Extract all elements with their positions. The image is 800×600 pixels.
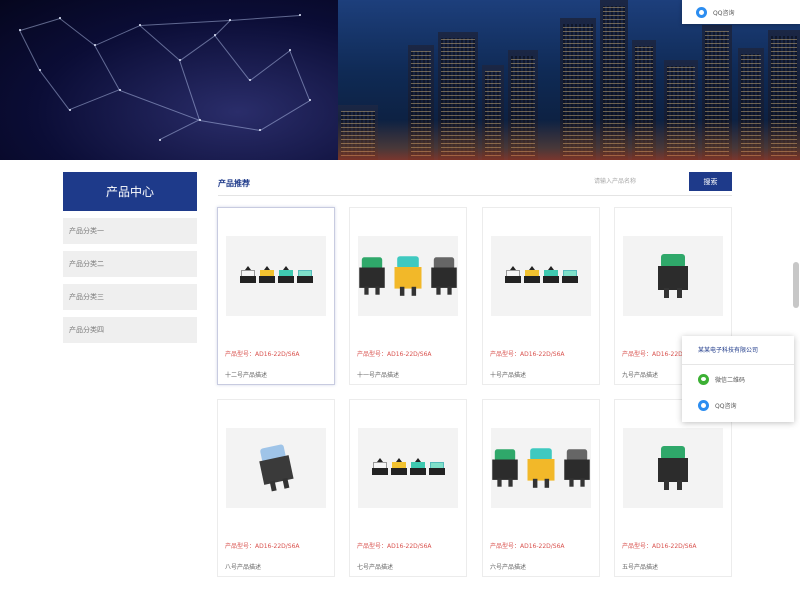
product-name[interactable]: 十一号产品描述 — [357, 370, 399, 379]
product-image — [491, 236, 591, 316]
product-card[interactable]: 产品型号：AD16-22D/S6A 十一号产品描述 — [349, 207, 467, 385]
product-card[interactable]: 产品型号：AD16-22D/S6A 七号产品描述 — [349, 399, 467, 577]
wechat-qr-link[interactable]: 微信二维码 — [698, 374, 745, 385]
qq-icon — [698, 400, 709, 411]
product-name[interactable]: 七号产品描述 — [357, 562, 393, 571]
product-image — [226, 428, 326, 508]
product-name[interactable]: 十二号产品描述 — [225, 370, 267, 379]
product-card[interactable]: 产品型号：AD16-22D/S6A 十二号产品描述 — [217, 207, 335, 385]
product-model: 产品型号：AD16-22D/S6A — [225, 351, 300, 358]
product-image — [491, 428, 591, 508]
product-name[interactable]: 六号产品描述 — [490, 562, 526, 571]
sidebar-item-2[interactable]: 产品分类二 — [63, 251, 197, 277]
sidebar-title: 产品中心 — [63, 172, 197, 211]
contact-divider — [682, 364, 794, 365]
product-card[interactable]: 产品型号：AD16-22D/S6A 十号产品描述 — [482, 207, 600, 385]
sidebar-item-4[interactable]: 产品分类四 — [63, 317, 197, 343]
product-name[interactable]: 十号产品描述 — [490, 370, 526, 379]
search-input[interactable] — [590, 174, 687, 190]
banner-world-map-image — [0, 0, 340, 160]
sidebar-item-3[interactable]: 产品分类三 — [63, 284, 197, 310]
product-model: 产品型号：AD16-22D/S6A — [490, 543, 565, 550]
product-name[interactable]: 五号产品描述 — [622, 562, 658, 571]
product-model: 产品型号：AD16-22D/S6A — [357, 543, 432, 550]
product-name[interactable]: 八号产品描述 — [225, 562, 261, 571]
product-card[interactable]: 产品型号：AD16-22D/S6A 五号产品描述 — [614, 399, 732, 577]
wechat-icon — [698, 374, 709, 385]
product-image — [226, 236, 326, 316]
product-model: 产品型号：AD16-22D/S6A — [622, 543, 697, 550]
section-divider — [218, 195, 732, 196]
section-title: 产品推荐 — [218, 179, 250, 188]
sidebar-item-1[interactable]: 产品分类一 — [63, 218, 197, 244]
product-image — [358, 236, 458, 316]
floating-contact-widget: 某某电子科技有限公司 微信二维码 QQ咨询 — [682, 336, 794, 422]
hero-banner — [0, 0, 800, 160]
qq-icon — [696, 6, 707, 18]
product-image — [623, 236, 723, 316]
banner-city-skyline-image — [338, 0, 800, 160]
wechat-label: 微信二维码 — [715, 377, 746, 384]
product-model: 产品型号：AD16-22D/S6A — [225, 543, 300, 550]
top-qq-label: QQ咨询 — [713, 9, 735, 17]
search-button[interactable]: 搜索 — [689, 172, 732, 191]
product-image — [358, 428, 458, 508]
product-card[interactable]: 产品型号：AD16-22D/S6A 六号产品描述 — [482, 399, 600, 577]
contact-company-name: 某某电子科技有限公司 — [698, 347, 759, 354]
qq-label: QQ咨询 — [715, 403, 737, 410]
product-model: 产品型号：AD16-22D/S6A — [490, 351, 565, 358]
page-scrollbar[interactable] — [793, 262, 799, 308]
top-qq-contact[interactable]: QQ咨询 — [682, 0, 800, 24]
product-card[interactable]: 产品型号：AD16-22D/S6A 八号产品描述 — [217, 399, 335, 577]
qq-contact-link[interactable]: QQ咨询 — [698, 400, 736, 411]
product-image — [623, 428, 723, 508]
product-name[interactable]: 九号产品描述 — [622, 370, 658, 379]
product-model: 产品型号：AD16-22D/S6A — [357, 351, 432, 358]
